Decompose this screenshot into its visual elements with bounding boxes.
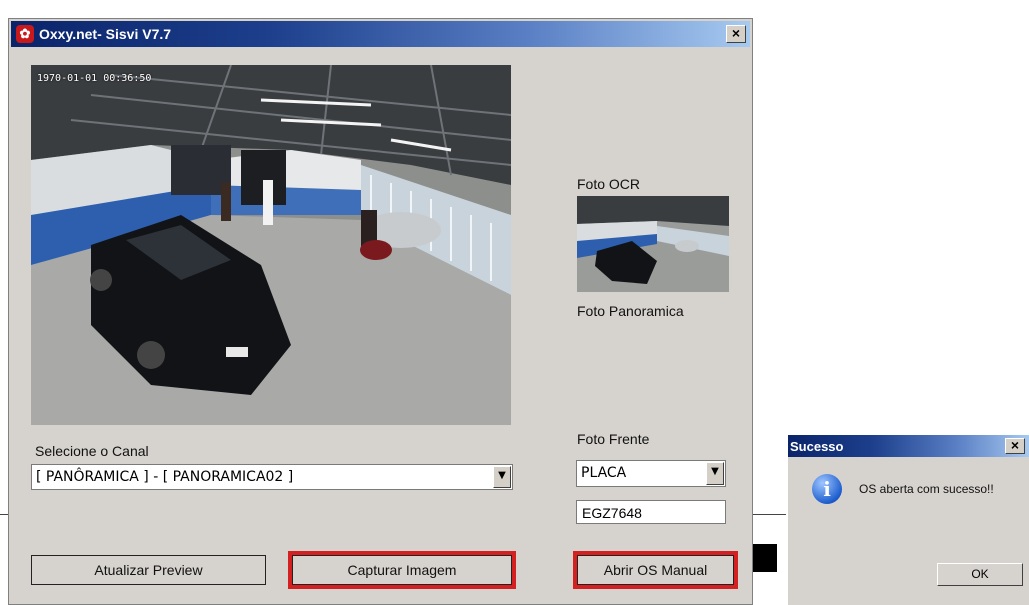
edge-line-right: [753, 514, 786, 515]
capturar-imagem-button[interactable]: Capturar Imagem: [288, 551, 516, 589]
ok-button[interactable]: OK: [937, 563, 1023, 586]
placa-select[interactable]: PLACA ▼: [576, 460, 726, 487]
camera-preview: 1970-01-01 00:36:50: [31, 65, 511, 425]
camera-preview-image: [31, 65, 511, 425]
main-window: ✿ Oxxy.net- Sisvi V7.7 × 1970-01-01 00:3…: [8, 18, 753, 605]
edge-line-left: [0, 514, 8, 515]
foto-frente-label: Foto Frente: [577, 431, 650, 447]
chevron-down-icon[interactable]: ▼: [706, 462, 724, 485]
channel-select[interactable]: [ PANÔRAMICA ] - [ PANORAMICA02 ] ▼: [31, 464, 513, 490]
success-dialog: Sucesso × i OS aberta com sucesso!! OK: [788, 435, 1029, 605]
dialog-close-icon[interactable]: ×: [1005, 438, 1025, 454]
channel-label: Selecione o Canal: [35, 443, 149, 459]
foto-ocr-thumbnail: [577, 196, 729, 292]
foto-panoramica-label: Foto Panoramica: [577, 303, 684, 319]
preview-timestamp: 1970-01-01 00:36:50: [37, 73, 152, 84]
plate-input[interactable]: EGZ7648: [576, 500, 726, 524]
chevron-down-icon[interactable]: ▼: [493, 466, 511, 488]
close-icon[interactable]: ×: [726, 25, 746, 43]
window-title: Oxxy.net- Sisvi V7.7: [39, 26, 172, 42]
atualizar-preview-button[interactable]: Atualizar Preview: [31, 555, 266, 585]
foto-ocr-thumbnail-image: [577, 196, 729, 292]
dialog-title-bar[interactable]: Sucesso ×: [788, 435, 1029, 457]
title-bar[interactable]: ✿ Oxxy.net- Sisvi V7.7 ×: [11, 21, 750, 47]
edge-block: [753, 544, 777, 572]
channel-select-value: [ PANÔRAMICA ] - [ PANORAMICA02 ]: [36, 469, 294, 485]
dialog-title: Sucesso: [790, 439, 844, 454]
foto-ocr-label: Foto OCR: [577, 176, 641, 192]
dialog-message: OS aberta com sucesso!!: [859, 482, 994, 496]
oxxy-logo-icon: ✿: [16, 25, 34, 43]
placa-select-value: PLACA: [581, 465, 627, 481]
info-icon: i: [812, 474, 842, 504]
abrir-os-manual-button[interactable]: Abrir OS Manual: [573, 551, 738, 589]
